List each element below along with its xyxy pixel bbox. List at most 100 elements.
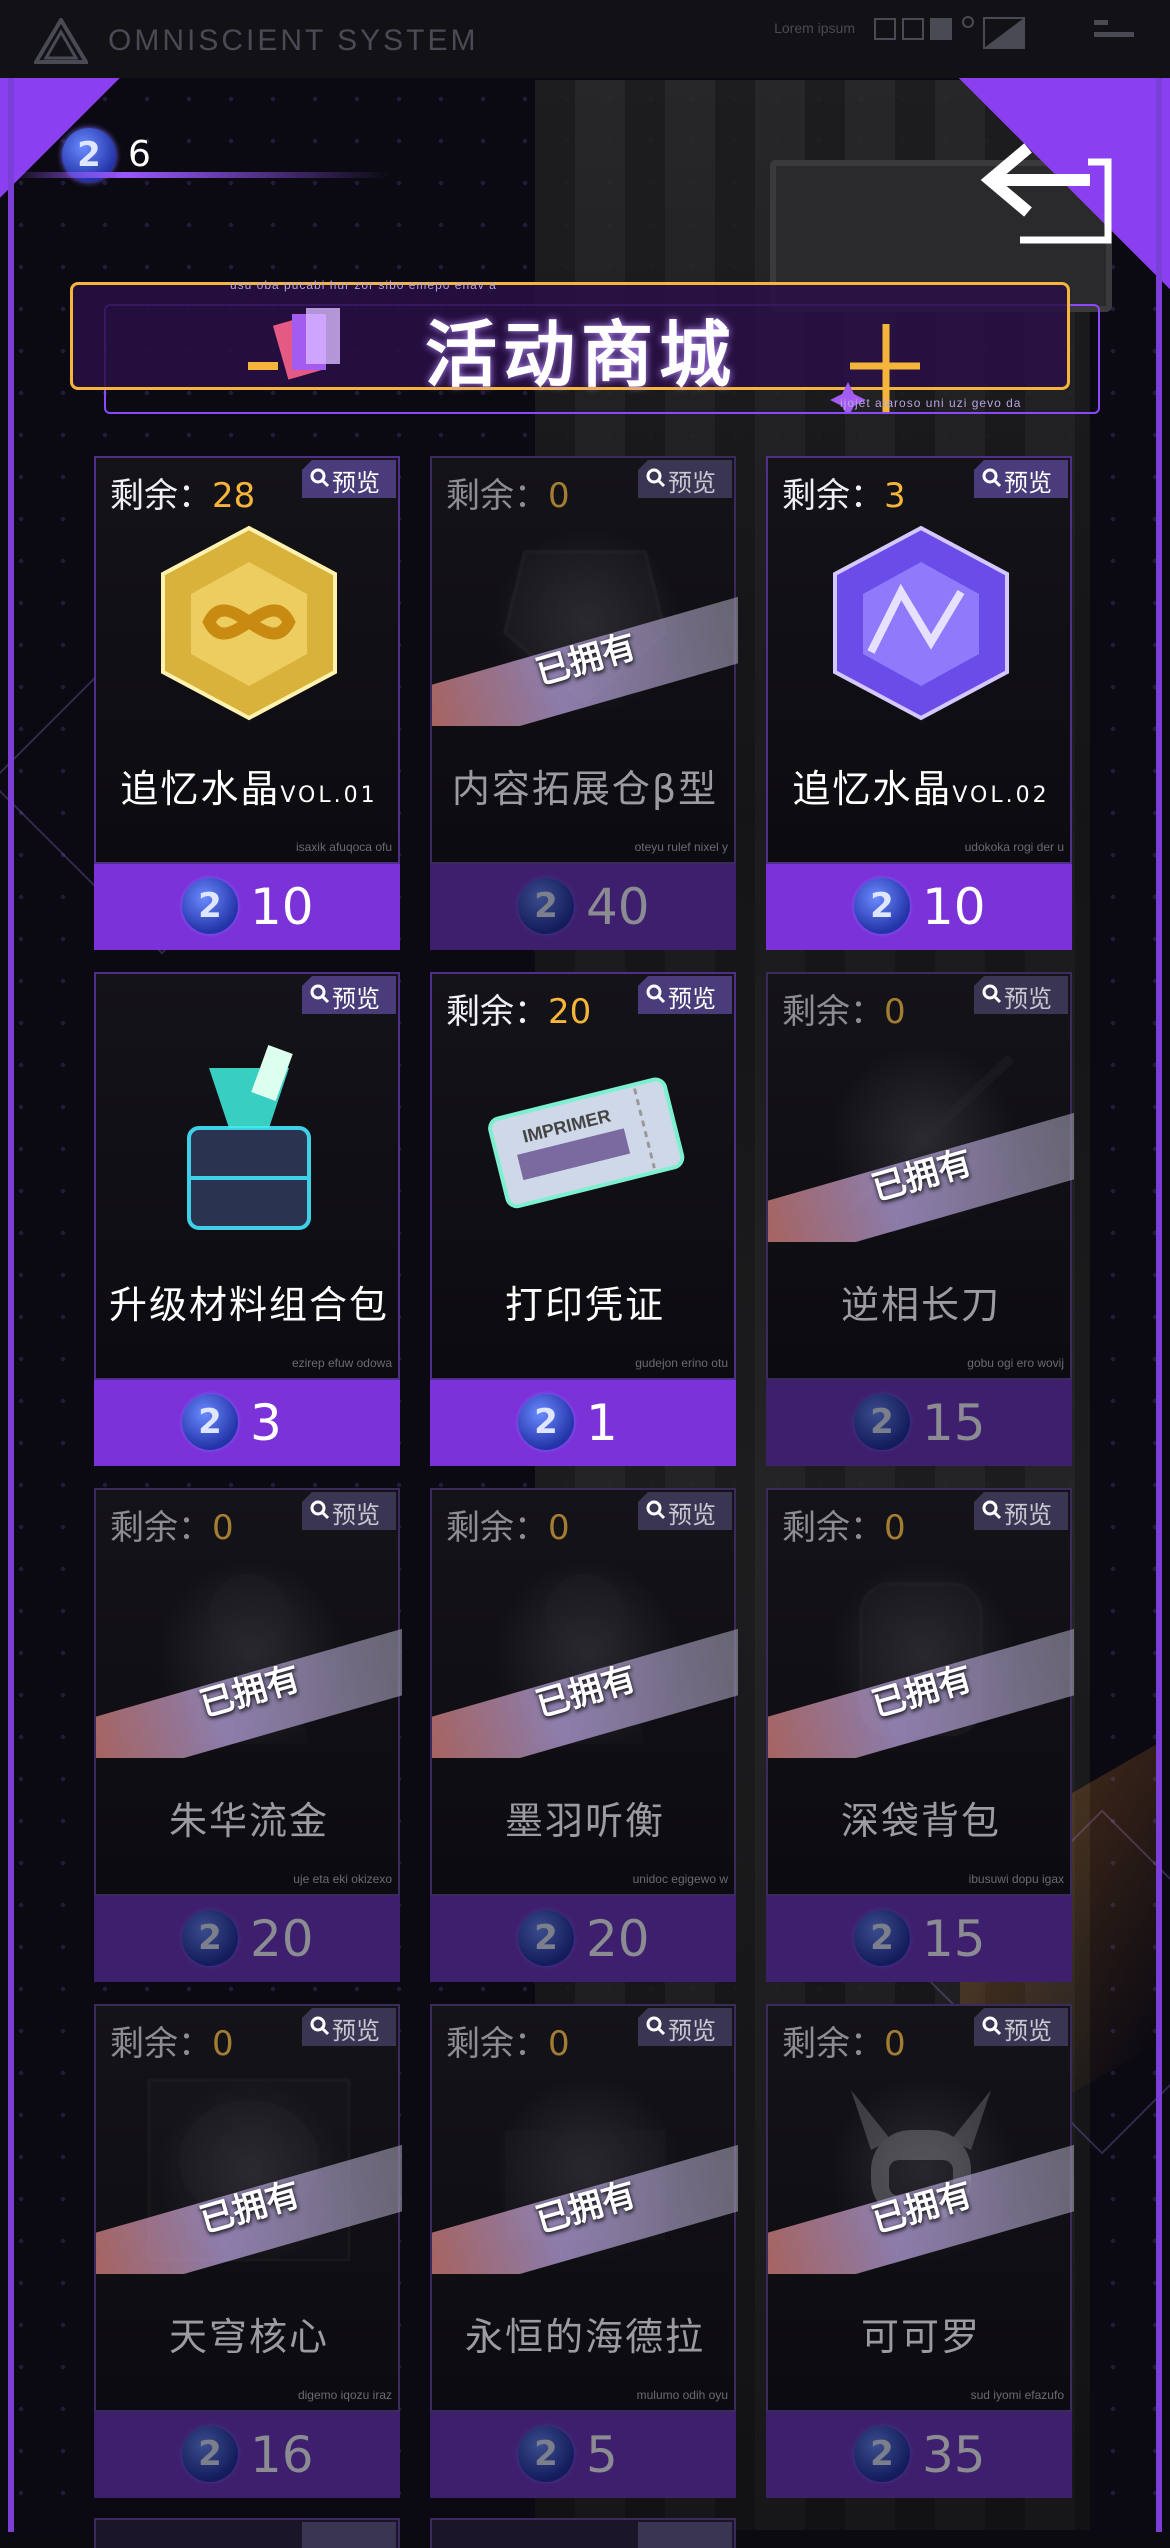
material-box-icon [139, 1038, 359, 1238]
item-name: 墨羽听衡 [432, 1790, 738, 1845]
owned-band: 已拥有 [768, 1628, 1074, 1758]
preview-button[interactable]: 预览 [302, 460, 396, 498]
magnifier-icon [982, 2016, 1002, 2036]
magnifier-icon [646, 468, 666, 488]
item-name: 内容拓展仓β型 [432, 758, 738, 813]
status-square-icon [902, 18, 924, 40]
item-card-body[interactable]: 剩余：0 预览 墨羽听衡 unidoc egigewo w 已拥有 [430, 1488, 738, 1896]
item-card[interactable]: 剩余：0 预览 墨羽听衡 unidoc egigewo w 已拥有 2 20 [430, 1488, 738, 1982]
ticket-coin-icon: 2 [518, 1394, 574, 1450]
preview-button[interactable]: 预览 [638, 976, 732, 1014]
item-card-body[interactable]: 剩余：0 预览 可可罗 sud iyomi efazufo 已拥有 [766, 2004, 1074, 2412]
item-tiny-text: mulumo odih oyu [636, 2388, 728, 2402]
price-button[interactable]: 2 15 [766, 1380, 1072, 1466]
price-button[interactable]: 2 35 [766, 2412, 1072, 2498]
magnifier-icon [310, 468, 330, 488]
item-card-partial[interactable] [94, 2518, 400, 2548]
price-button[interactable]: 2 16 [94, 2412, 400, 2498]
magnifier-icon [646, 1500, 666, 1520]
item-name-text: 内容拓展仓β型 [451, 767, 719, 811]
item-name-text: 朱华流金 [168, 1799, 329, 1843]
price-button[interactable]: 2 3 [94, 1380, 400, 1466]
status-square-icon [874, 18, 896, 40]
preview-button[interactable]: 预览 [974, 1492, 1068, 1530]
item-volume: VOL.01 [280, 783, 378, 808]
item-price: 40 [586, 878, 650, 936]
price-button[interactable]: 2 5 [430, 2412, 736, 2498]
item-card[interactable]: 剩余：28 预览 追忆水晶VOL.01 isaxik afuqoca ofu 2… [94, 456, 400, 950]
preview-label: 预览 [1004, 985, 1052, 1013]
item-tiny-text: gudejon erino otu [635, 1356, 728, 1370]
preview-button[interactable]: 预览 [638, 2008, 732, 2046]
price-button[interactable]: 2 40 [430, 864, 736, 950]
price-button[interactable]: 2 20 [430, 1896, 736, 1982]
item-name: 升级材料组合包 [96, 1274, 402, 1329]
item-card[interactable]: 剩余：0 预览 天穹核心 digemo iqozu iraz 已拥有 2 16 [94, 2004, 402, 2498]
status-square-icon [930, 18, 952, 40]
item-name-text: 追忆水晶 [792, 767, 953, 811]
owned-band: 已拥有 [432, 1628, 738, 1758]
stock-count: 0 [212, 2024, 234, 2064]
item-card-body[interactable]: 剩余：0 预览 永恒的海德拉 mulumo odih oyu 已拥有 [430, 2004, 738, 2412]
item-card[interactable]: IMPRIMER 剩余：20 预览 打印凭证 gudejon erino otu… [430, 972, 736, 1466]
stock-label: 剩余： [446, 992, 548, 1032]
owned-band: 已拥有 [432, 2144, 738, 2274]
back-button[interactable] [980, 140, 1120, 250]
owned-band: 已拥有 [768, 1112, 1074, 1242]
price-button[interactable]: 2 20 [94, 1896, 400, 1982]
magnifier-icon [310, 984, 330, 1004]
item-card-body[interactable]: 剩余：0 预览 天穹核心 digemo iqozu iraz 已拥有 [94, 2004, 402, 2412]
item-tiny-text: oteyu rulef nixel y [634, 840, 728, 854]
item-price: 3 [250, 1394, 282, 1452]
item-card-body[interactable]: 剩余：0 预览 朱华流金 uje eta eki okizexo 已拥有 [94, 1488, 402, 1896]
item-card[interactable]: 剩余：0 预览 永恒的海德拉 mulumo odih oyu 已拥有 2 5 [430, 2004, 738, 2498]
owned-band: 已拥有 [432, 596, 738, 726]
item-name-text: 墨羽听衡 [504, 1799, 665, 1843]
item-name: 永恒的海德拉 [432, 2306, 738, 2361]
preview-button[interactable]: 预览 [974, 2008, 1068, 2046]
item-card-partial[interactable] [430, 2518, 736, 2548]
item-card-body[interactable]: 剩余：0 预览 内容拓展仓β型 oteyu rulef nixel y 已拥有 [430, 456, 738, 864]
preview-label: 预览 [332, 469, 380, 497]
preview-button[interactable]: 预览 [302, 1492, 396, 1530]
preview-button[interactable]: 预览 [302, 976, 396, 1014]
magnifier-icon [982, 468, 1002, 488]
gold-crystal-icon [139, 522, 359, 722]
preview-button[interactable]: 预览 [974, 976, 1068, 1014]
stock-label: 剩余： [110, 1508, 212, 1548]
preview-button[interactable]: 预览 [974, 460, 1068, 498]
stock-label: 剩余： [782, 1508, 884, 1548]
preview-button[interactable]: 预览 [638, 460, 732, 498]
item-card[interactable]: 预览 升级材料组合包 ezirep efuw odowa 2 3 [94, 972, 400, 1466]
item-card-body[interactable]: 剩余：28 预览 追忆水晶VOL.01 isaxik afuqoca ofu [94, 456, 400, 864]
item-stock: 剩余：0 [782, 2016, 906, 2065]
page-title: 活动商城 [425, 313, 738, 397]
ticket-coin-icon: 2 [518, 2426, 574, 2482]
preview-tag[interactable] [638, 2522, 732, 2548]
item-stock: 剩余：20 [446, 984, 591, 1033]
item-name-text: 逆相长刀 [840, 1283, 1001, 1327]
item-card-body[interactable]: 预览 升级材料组合包 ezirep efuw odowa [94, 972, 400, 1380]
preview-button[interactable]: 预览 [638, 1492, 732, 1530]
preview-tag[interactable] [302, 2522, 396, 2548]
preview-button[interactable]: 预览 [302, 2008, 396, 2046]
item-stock: 剩余：0 [110, 1500, 234, 1549]
price-button[interactable]: 2 10 [94, 864, 400, 950]
price-button[interactable]: 2 15 [766, 1896, 1072, 1982]
item-card[interactable]: 剩余：0 预览 深袋背包 ibusuwi dopu igax 已拥有 2 15 [766, 1488, 1074, 1982]
item-card[interactable]: 剩余：0 预览 可可罗 sud iyomi efazufo 已拥有 2 35 [766, 2004, 1074, 2498]
print-ticket-icon: IMPRIMER [475, 1038, 695, 1238]
item-card-body[interactable]: IMPRIMER 剩余：20 预览 打印凭证 gudejon erino otu [430, 972, 736, 1380]
item-card[interactable]: 剩余：0 预览 逆相长刀 gobu ogi ero wovij 已拥有 2 15 [766, 972, 1074, 1466]
price-button[interactable]: 2 10 [766, 864, 1072, 950]
item-card-body[interactable]: 剩余：0 预览 深袋背包 ibusuwi dopu igax 已拥有 [766, 1488, 1074, 1896]
price-button[interactable]: 2 1 [430, 1380, 736, 1466]
item-card[interactable]: 剩余：0 预览 内容拓展仓β型 oteyu rulef nixel y 已拥有 … [430, 456, 738, 950]
item-card-body[interactable]: 剩余：0 预览 逆相长刀 gobu ogi ero wovij 已拥有 [766, 972, 1074, 1380]
item-card-body[interactable]: 剩余：3 预览 追忆水晶VOL.02 udokoka rogi der u [766, 456, 1072, 864]
item-card[interactable]: 剩余：3 预览 追忆水晶VOL.02 udokoka rogi der u 2 … [766, 456, 1072, 950]
item-price: 10 [922, 878, 986, 936]
item-card[interactable]: 剩余：0 预览 朱华流金 uje eta eki okizexo 已拥有 2 2… [94, 1488, 402, 1982]
magnifier-icon [310, 1500, 330, 1520]
item-name-text: 深袋背包 [840, 1799, 1001, 1843]
